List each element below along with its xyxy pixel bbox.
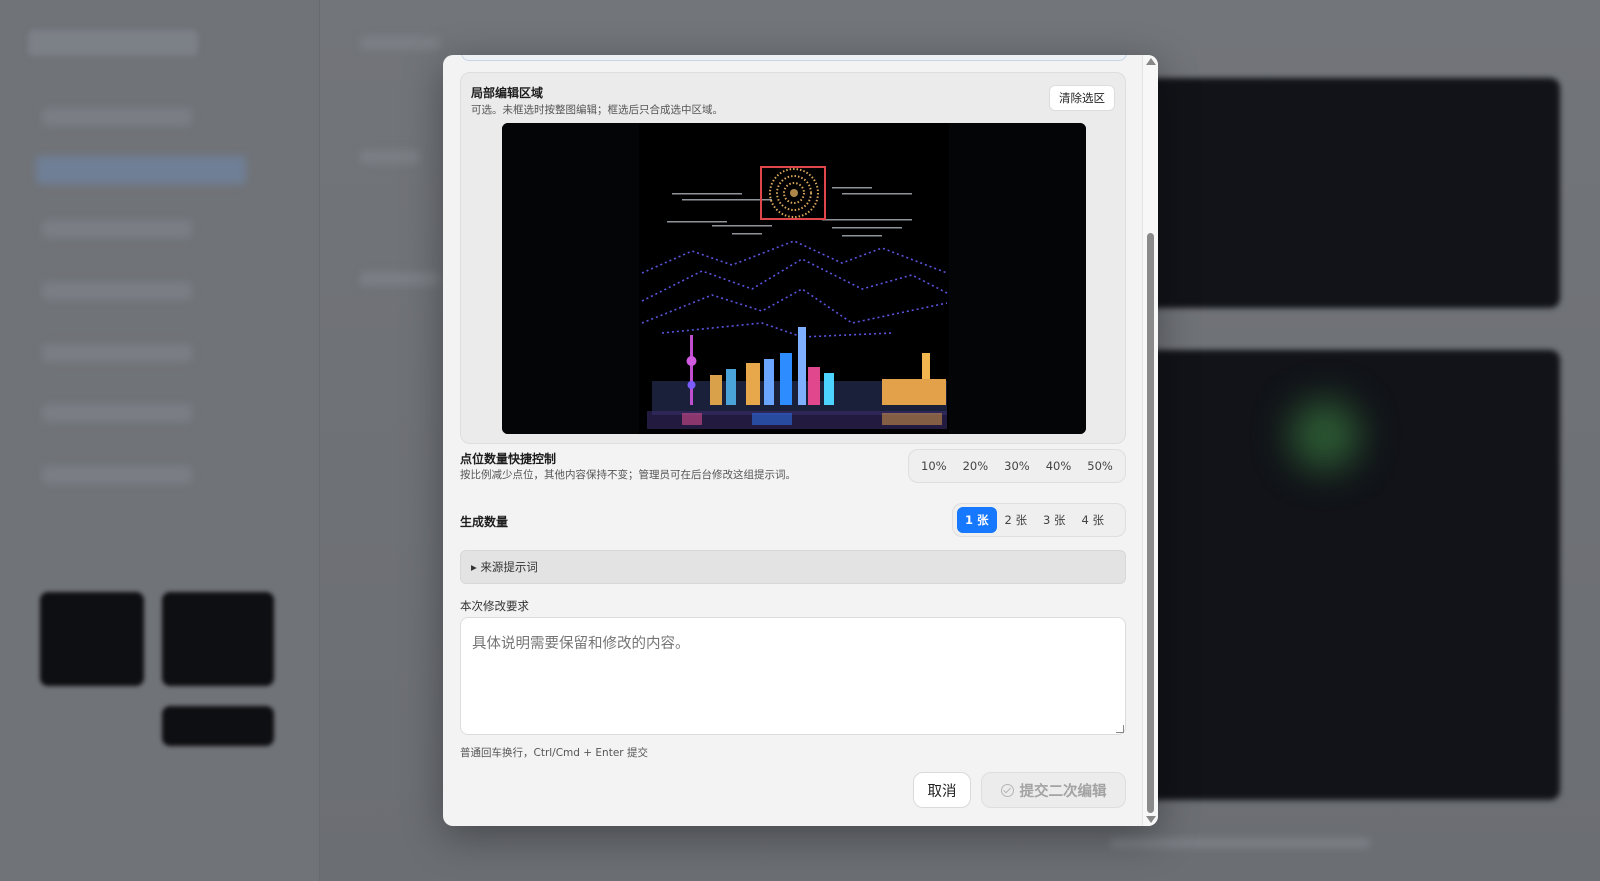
local-edit-section: 局部编辑区域 可选。未框选时按整图编辑；框选后只合成选中区域。 清除选区 bbox=[460, 72, 1126, 444]
generation-count-title: 生成数量 bbox=[460, 515, 509, 529]
backdrop-thumbnail bbox=[162, 706, 274, 746]
submit-edit-label: 提交二次编辑 bbox=[1019, 783, 1107, 800]
backdrop-line bbox=[360, 272, 440, 286]
point-ratio-selector: 10% 20% 30% 40% 50% bbox=[908, 449, 1126, 483]
clear-selection-button[interactable]: 清除选区 bbox=[1049, 85, 1115, 111]
backdrop-nav-item bbox=[42, 404, 192, 422]
backdrop-glow bbox=[1290, 400, 1360, 470]
secondary-edit-dialog: 局部编辑区域 可选。未框选时按整图编辑；框选后只合成选中区域。 清除选区 点位数… bbox=[443, 55, 1158, 826]
check-circle-icon bbox=[1000, 783, 1014, 797]
count-option-2[interactable]: 2 张 bbox=[997, 507, 1035, 533]
edit-request-textarea[interactable] bbox=[460, 617, 1126, 735]
backdrop-line bbox=[360, 36, 440, 50]
dialog-top-section-edge bbox=[461, 55, 1127, 61]
point-ratio-10[interactable]: 10% bbox=[913, 453, 955, 479]
backdrop-nav-item bbox=[42, 282, 192, 300]
point-ratio-40[interactable]: 40% bbox=[1038, 453, 1080, 479]
submit-shortcut-hint: 普通回车换行，Ctrl/Cmd + Enter 提交 bbox=[460, 747, 648, 759]
backdrop-thumbnail bbox=[162, 592, 274, 686]
local-edit-title: 局部编辑区域 bbox=[471, 86, 544, 100]
point-control-description: 按比例减少点位，其他内容保持不变；管理员可在后台修改这组提示词。 bbox=[460, 469, 796, 481]
local-edit-description: 可选。未框选时按整图编辑；框选后只合成选中区域。 bbox=[471, 104, 723, 116]
textarea-resize-handle[interactable] bbox=[1116, 725, 1124, 733]
submit-edit-button[interactable]: 提交二次编辑 bbox=[981, 772, 1126, 808]
backdrop-line bbox=[360, 150, 420, 164]
backdrop-nav-item bbox=[42, 220, 192, 238]
point-ratio-30[interactable]: 30% bbox=[996, 453, 1038, 479]
point-ratio-50[interactable]: 50% bbox=[1079, 453, 1121, 479]
backdrop-nav-item bbox=[42, 466, 192, 484]
source-prompt-toggle[interactable]: ▸ 来源提示词 bbox=[460, 550, 1126, 584]
scroll-thumb[interactable] bbox=[1147, 233, 1154, 813]
backdrop-nav-item bbox=[42, 344, 192, 362]
backdrop-line bbox=[1110, 838, 1370, 848]
count-option-1[interactable]: 1 张 bbox=[957, 507, 997, 533]
generation-count-selector: 1 张 2 张 3 张 4 张 bbox=[952, 503, 1126, 537]
cancel-button[interactable]: 取消 bbox=[913, 772, 971, 808]
backdrop-logo bbox=[28, 30, 198, 56]
backdrop-nav-item-active bbox=[36, 156, 246, 184]
scroll-down-arrow-icon[interactable] bbox=[1146, 816, 1156, 823]
dialog-scrollbar[interactable] bbox=[1142, 55, 1158, 826]
count-option-3[interactable]: 3 张 bbox=[1035, 507, 1073, 533]
edit-request-label: 本次修改要求 bbox=[460, 599, 529, 613]
night-skyline-image bbox=[502, 123, 1086, 434]
backdrop-preview-panel bbox=[1140, 78, 1560, 308]
scroll-up-arrow-icon[interactable] bbox=[1146, 58, 1156, 65]
backdrop-thumbnail bbox=[40, 592, 144, 686]
point-control-title: 点位数量快捷控制 bbox=[460, 452, 557, 466]
point-ratio-20[interactable]: 20% bbox=[955, 453, 997, 479]
count-option-4[interactable]: 4 张 bbox=[1073, 507, 1111, 533]
backdrop-nav-item bbox=[42, 108, 192, 126]
backdrop-sidebar bbox=[0, 0, 320, 881]
selection-canvas[interactable] bbox=[502, 123, 1086, 434]
